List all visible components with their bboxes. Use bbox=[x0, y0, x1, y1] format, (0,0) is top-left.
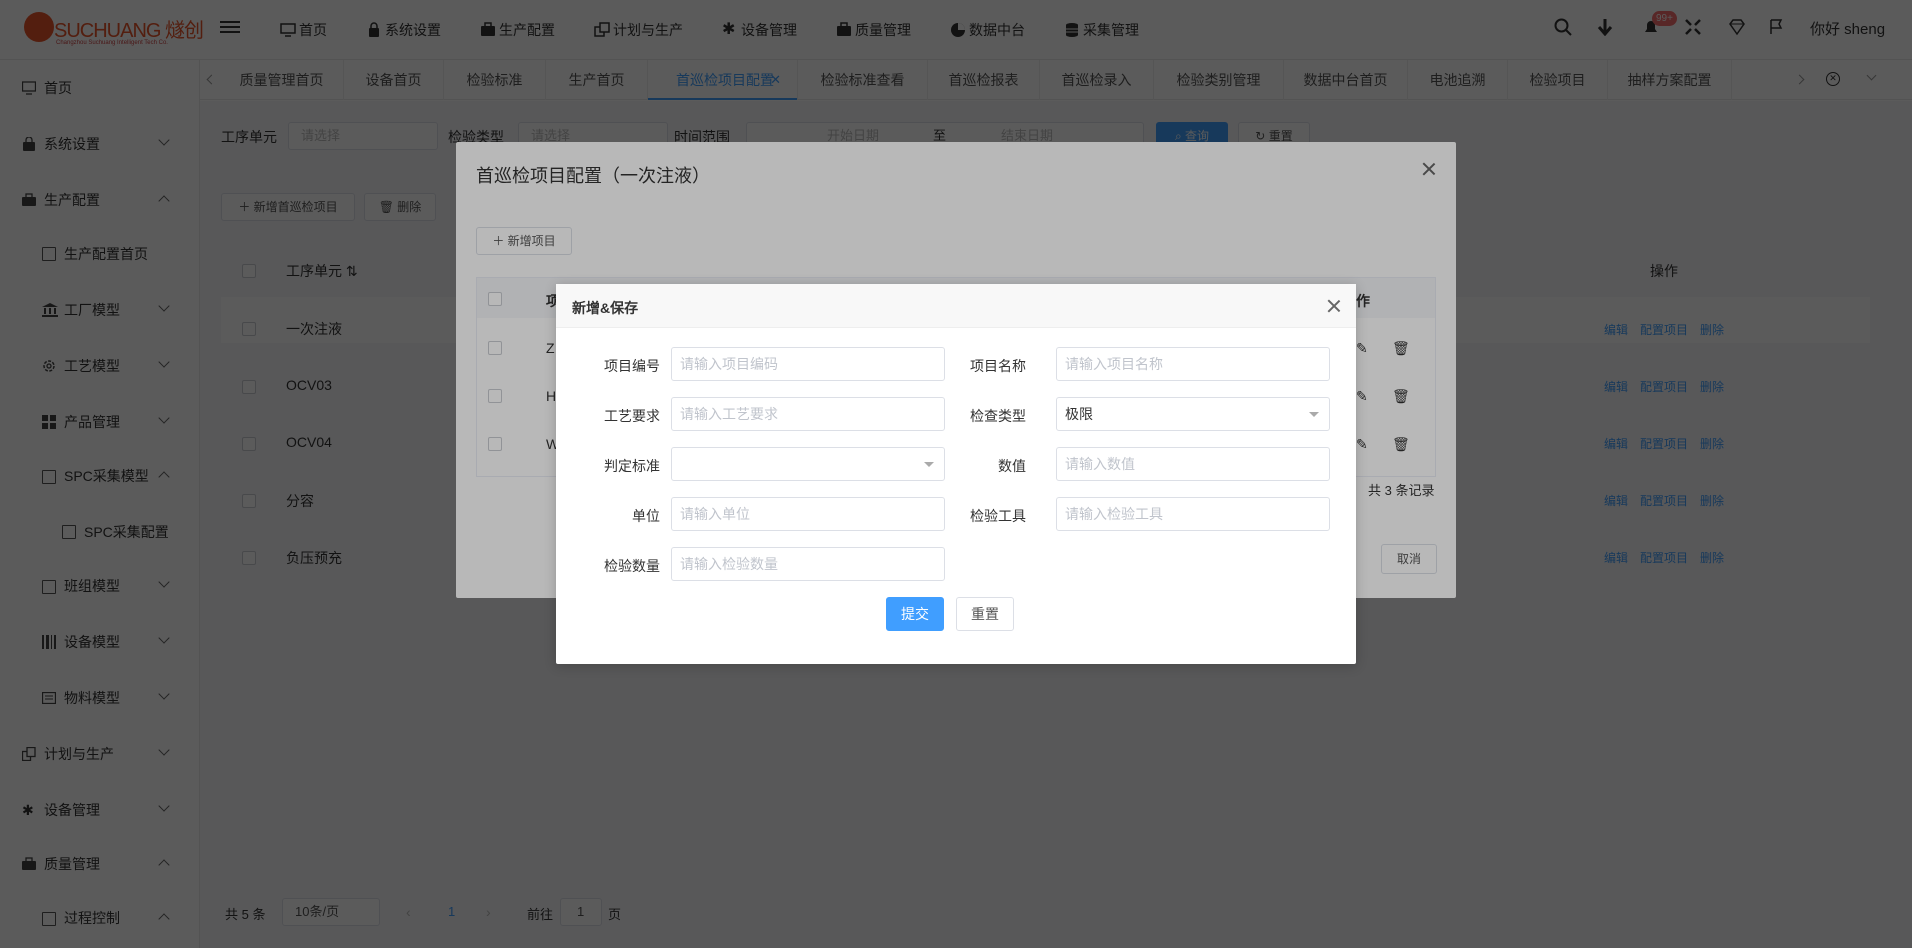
dropdown-arrow-icon bbox=[924, 462, 934, 467]
requirement-label: 工艺要求 bbox=[604, 408, 660, 424]
quantity-label: 检验数量 bbox=[604, 558, 660, 574]
dialog-header bbox=[556, 284, 1356, 328]
code-label: 项目编号 bbox=[604, 358, 660, 374]
submit-button[interactable]: 提交 bbox=[886, 597, 944, 631]
unit-input[interactable]: 请输入单位 bbox=[671, 497, 945, 531]
inspection-tool-input[interactable]: 请输入检验工具 bbox=[1056, 497, 1330, 531]
judge-standard-select[interactable] bbox=[671, 447, 945, 481]
close-icon[interactable] bbox=[1327, 299, 1341, 313]
requirement-input[interactable]: 请输入工艺要求 bbox=[671, 397, 945, 431]
reset-form-button[interactable]: 重置 bbox=[956, 597, 1014, 631]
tool-label: 检验工具 bbox=[970, 508, 1026, 524]
unit-label: 单位 bbox=[632, 508, 660, 524]
name-label: 项目名称 bbox=[970, 358, 1026, 374]
project-name-input[interactable]: 请输入项目名称 bbox=[1056, 347, 1330, 381]
project-code-input[interactable]: 请输入项目编码 bbox=[671, 347, 945, 381]
inspection-quantity-input[interactable]: 请输入检验数量 bbox=[671, 547, 945, 581]
dialog-title: 新增&保存 bbox=[572, 300, 639, 316]
value-input[interactable]: 请输入数值 bbox=[1056, 447, 1330, 481]
standard-label: 判定标准 bbox=[604, 458, 660, 474]
check-type-select[interactable]: 极限 bbox=[1056, 397, 1330, 431]
check-type-value: 极限 bbox=[1065, 406, 1093, 422]
value-label: 数值 bbox=[998, 458, 1026, 474]
dropdown-arrow-icon bbox=[1309, 412, 1319, 417]
add-save-dialog: 新增&保存 项目编号 请输入项目编码 项目名称 请输入项目名称 工艺要求 请输入… bbox=[556, 284, 1356, 664]
check-type-label: 检查类型 bbox=[970, 408, 1026, 424]
